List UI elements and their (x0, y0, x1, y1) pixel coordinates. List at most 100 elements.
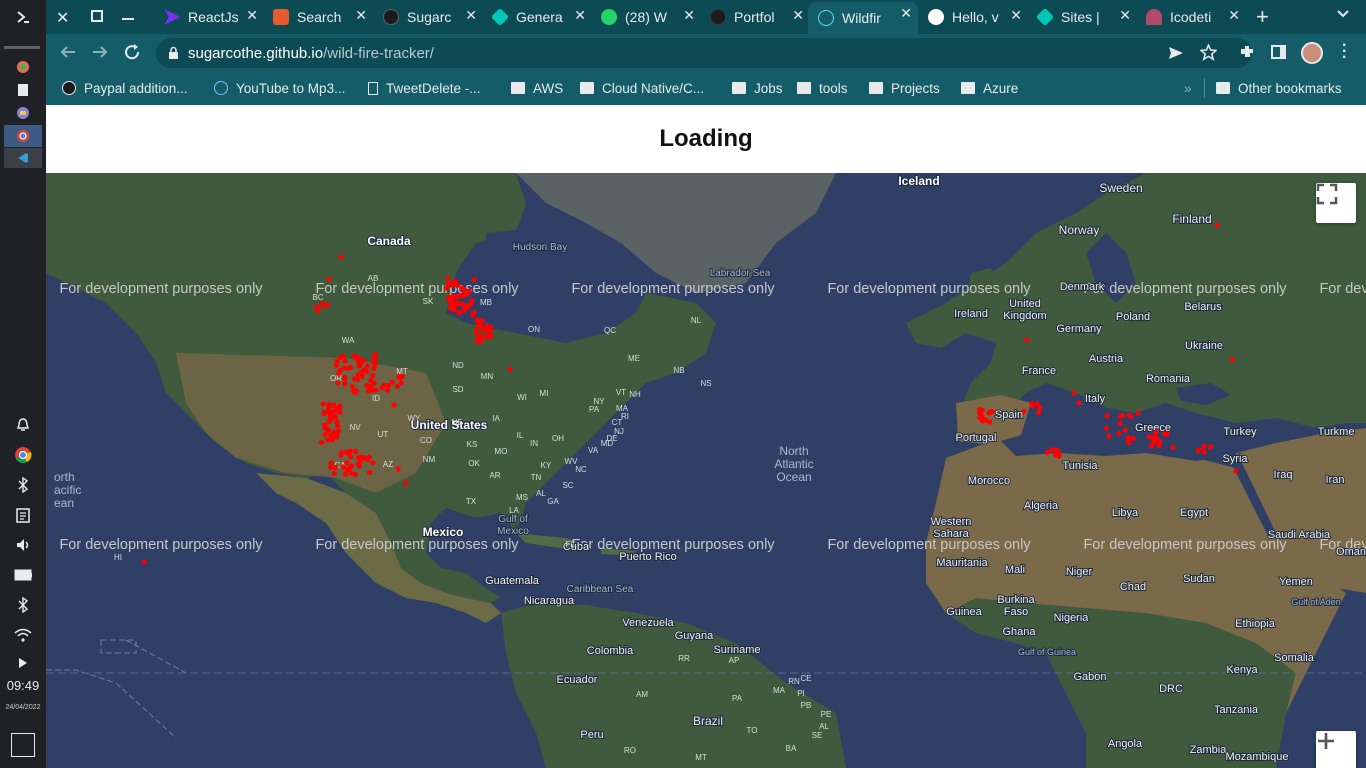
tab[interactable]: Genera ✕ (492, 4, 592, 30)
fire-marker[interactable] (334, 358, 340, 364)
fire-marker[interactable] (334, 406, 340, 412)
fire-marker[interactable] (1122, 427, 1129, 433)
close-tab-icon[interactable]: ✕ (900, 5, 912, 22)
fire-marker[interactable] (326, 419, 332, 425)
fire-marker[interactable] (346, 465, 352, 472)
tab[interactable]: Icodeti ✕ (1146, 4, 1246, 30)
fire-marker[interactable] (983, 417, 989, 423)
fire-marker[interactable] (446, 297, 453, 304)
fire-marker[interactable] (1104, 413, 1110, 419)
fire-marker[interactable] (1117, 420, 1123, 427)
fire-marker[interactable] (349, 384, 355, 390)
fire-marker[interactable] (470, 312, 476, 319)
fire-marker[interactable] (326, 402, 332, 408)
fire-marker[interactable] (326, 410, 333, 416)
forward-icon[interactable] (91, 43, 109, 66)
fire-marker[interactable] (395, 466, 401, 472)
fire-marker[interactable] (1036, 409, 1042, 416)
close-window-icon[interactable]: ✕ (56, 8, 69, 28)
map[interactable]: For development purposes only For develop… (46, 173, 1366, 768)
fire-marker[interactable] (342, 381, 348, 387)
fire-marker[interactable] (385, 387, 391, 393)
fire-marker[interactable] (338, 452, 344, 458)
fire-marker[interactable] (484, 323, 490, 329)
restore-window-icon[interactable] (91, 10, 103, 22)
fire-marker[interactable] (1030, 403, 1036, 409)
fire-marker[interactable] (1044, 449, 1051, 455)
fire-marker[interactable] (466, 288, 472, 294)
fire-marker[interactable] (322, 431, 328, 438)
vscode-icon[interactable] (14, 149, 32, 167)
fire-marker[interactable] (1103, 425, 1109, 431)
bookmark-folder[interactable]: Jobs (732, 78, 783, 98)
files-icon[interactable] (14, 81, 32, 99)
fire-marker[interactable] (319, 301, 325, 307)
fire-marker[interactable] (473, 326, 480, 333)
fire-marker[interactable] (344, 460, 350, 466)
fire-marker[interactable] (318, 439, 324, 446)
close-tab-icon[interactable]: ✕ (1010, 7, 1022, 24)
fire-marker[interactable] (1117, 413, 1124, 419)
fire-marker[interactable] (452, 281, 459, 287)
fire-marker[interactable] (1076, 400, 1082, 406)
bookmarks-overflow-icon[interactable]: » (1184, 78, 1192, 98)
wifi-icon[interactable] (14, 626, 32, 644)
fire-marker[interactable] (1161, 431, 1168, 437)
fire-marker[interactable] (1153, 429, 1159, 435)
fullscreen-button[interactable] (1316, 183, 1356, 223)
fire-marker[interactable] (336, 428, 342, 434)
bookmark-folder[interactable]: Projects (869, 78, 940, 98)
side-panel-icon[interactable] (1271, 45, 1286, 59)
fire-marker[interactable] (1053, 447, 1059, 453)
fire-marker[interactable] (373, 387, 379, 393)
bookmark-item[interactable]: YouTube to Mp3... (214, 78, 345, 98)
fire-marker[interactable] (1150, 439, 1157, 445)
fire-marker[interactable] (1071, 390, 1077, 396)
fire-marker[interactable] (328, 464, 334, 471)
fire-marker[interactable] (1116, 430, 1122, 437)
tab-search-icon[interactable] (1336, 6, 1350, 25)
fire-marker[interactable] (487, 329, 493, 335)
fire-marker[interactable] (353, 448, 359, 455)
fire-marker[interactable] (403, 480, 409, 486)
fire-marker[interactable] (1233, 468, 1239, 474)
fire-marker[interactable] (1135, 410, 1141, 416)
close-tab-icon[interactable]: ✕ (465, 7, 477, 24)
tab[interactable]: ReactJs ✕ (164, 4, 264, 30)
fire-marker[interactable] (367, 386, 373, 392)
bluetooth-icon[interactable] (14, 476, 32, 494)
fire-marker[interactable] (445, 275, 451, 282)
fire-marker[interactable] (480, 333, 486, 340)
address-bar[interactable]: sugarcothe.github.io/wild-fire-tracker/ (156, 38, 1252, 68)
close-tab-icon[interactable]: ✕ (355, 7, 367, 24)
tab[interactable]: Search ✕ (273, 4, 373, 30)
fire-marker[interactable] (398, 380, 404, 386)
fire-marker[interactable] (313, 304, 319, 310)
fire-marker[interactable] (448, 280, 454, 286)
fire-marker[interactable] (1156, 443, 1162, 449)
chrome-icon[interactable] (14, 127, 32, 145)
fire-marker[interactable] (1201, 443, 1207, 450)
fire-marker[interactable] (351, 353, 357, 359)
kebab-menu-icon[interactable]: · · · (1342, 38, 1347, 66)
fire-marker[interactable] (320, 401, 326, 407)
fire-marker[interactable] (478, 323, 484, 329)
bluetooth-icon[interactable] (14, 596, 32, 614)
bookmark-folder[interactable]: AWS (511, 78, 563, 98)
tab[interactable]: Sugarc ✕ (383, 4, 483, 30)
fire-marker[interactable] (1229, 357, 1235, 363)
app-icon[interactable] (14, 104, 32, 122)
fire-marker[interactable] (321, 411, 328, 417)
fire-marker[interactable] (360, 454, 366, 460)
bell-icon[interactable] (14, 416, 32, 434)
fire-marker[interactable] (332, 414, 338, 420)
lock-icon[interactable] (168, 46, 179, 65)
new-tab-icon[interactable]: + (1256, 4, 1269, 30)
fire-marker[interactable] (355, 461, 361, 467)
fire-marker[interactable] (370, 372, 376, 379)
fire-marker[interactable] (354, 376, 360, 383)
fire-marker[interactable] (342, 471, 349, 477)
fire-marker[interactable] (989, 408, 995, 414)
close-tab-icon[interactable]: ✕ (574, 7, 586, 24)
fire-marker[interactable] (461, 307, 467, 314)
